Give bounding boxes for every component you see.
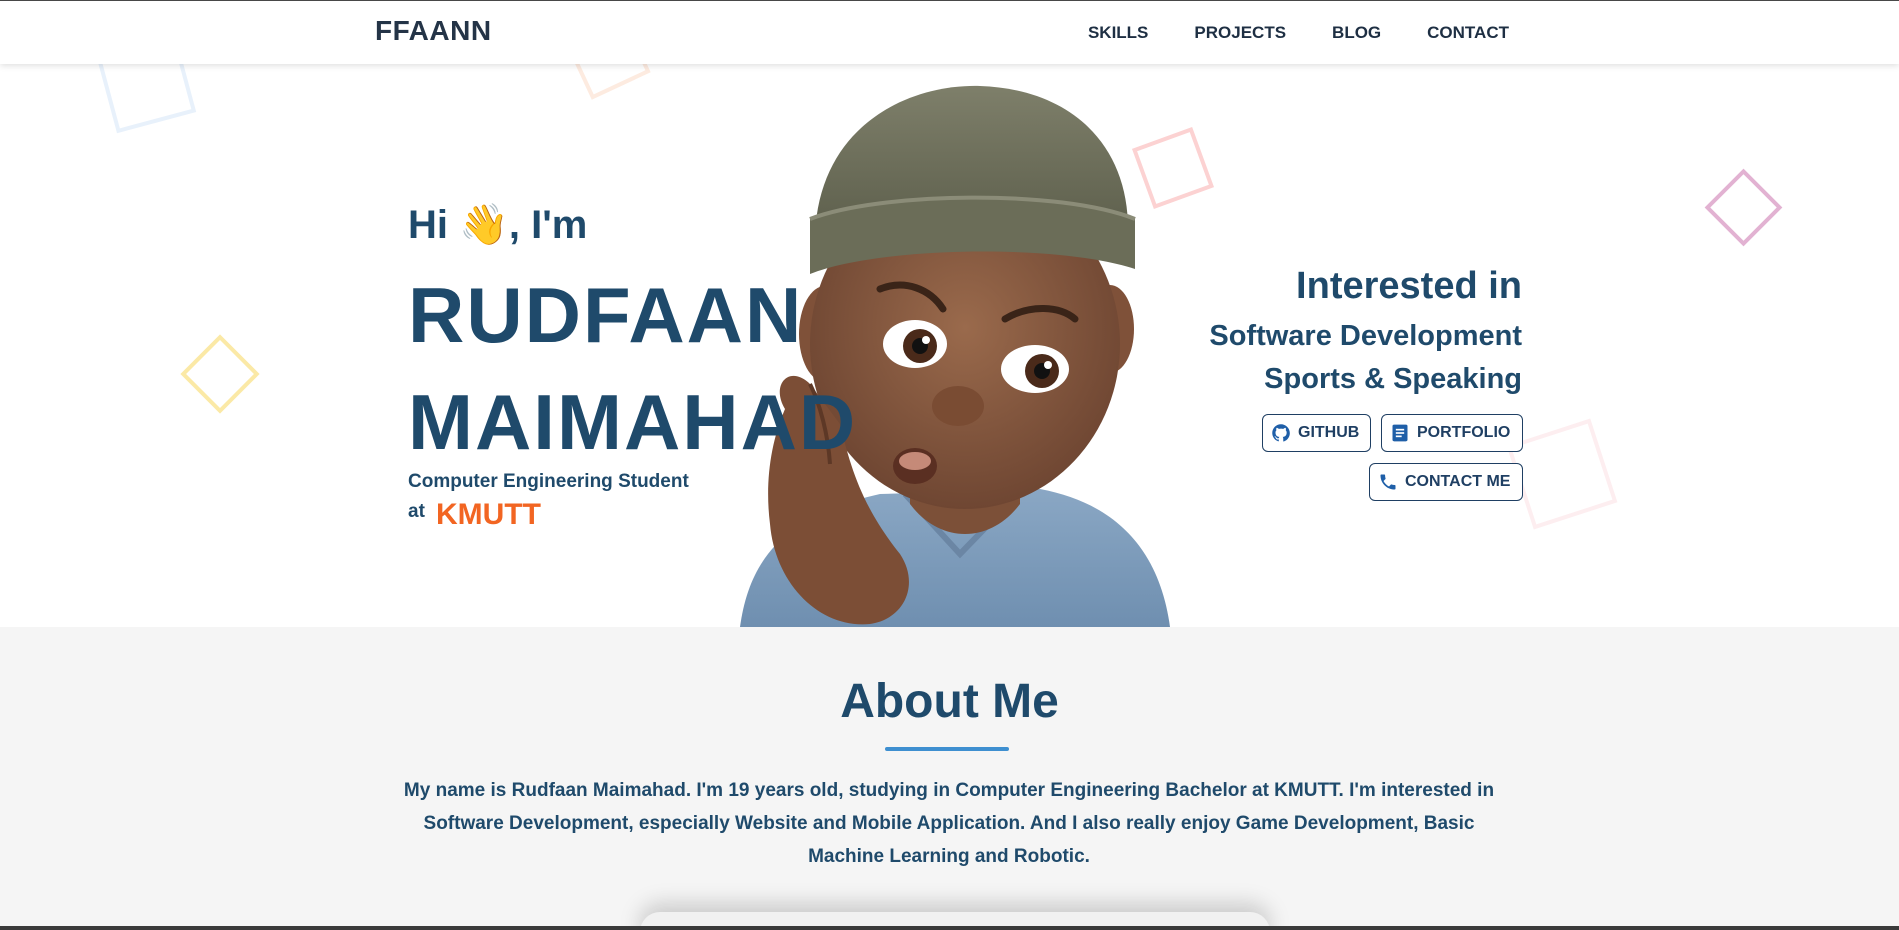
contact-me-button-label: CONTACT ME: [1405, 473, 1511, 490]
at-label: at: [408, 501, 425, 522]
about-section: About Me My name is Rudfaan Maimahad. I'…: [0, 627, 1899, 930]
hero-section: Hi 👋, I'm RUDFAAN MAIMAHAD Computer Engi…: [0, 64, 1899, 627]
greeting-text: Hi 👋, I'm: [408, 203, 588, 247]
nav-link-contact[interactable]: CONTACT: [1427, 23, 1509, 43]
about-title-underline: [885, 747, 1009, 751]
decorative-square: [1506, 418, 1618, 530]
nav-links: SKILLS PROJECTS BLOG CONTACT: [1088, 23, 1509, 43]
decorative-square: [180, 334, 260, 414]
document-icon: [1392, 424, 1408, 442]
nav-link-blog[interactable]: BLOG: [1332, 23, 1381, 43]
contact-me-button[interactable]: CONTACT ME: [1369, 463, 1523, 501]
portfolio-button[interactable]: PORTFOLIO: [1381, 414, 1523, 452]
about-title: About Me: [840, 675, 1059, 728]
role-text: Computer Engineering Student: [408, 471, 689, 492]
brand-logo[interactable]: FFAANN: [375, 15, 492, 47]
github-button[interactable]: GITHUB: [1262, 414, 1371, 452]
github-icon: [1272, 424, 1290, 442]
interest-item: Software Development: [1209, 320, 1522, 352]
window-bottom-border: [0, 926, 1899, 930]
interest-title: Interested in: [1296, 265, 1522, 307]
navbar: FFAANN SKILLS PROJECTS BLOG CONTACT: [0, 1, 1899, 64]
nav-link-skills[interactable]: SKILLS: [1088, 23, 1148, 43]
github-button-label: GITHUB: [1298, 424, 1360, 441]
portfolio-button-label: PORTFOLIO: [1417, 424, 1511, 441]
interest-item: Sports & Speaking: [1264, 363, 1522, 395]
last-name: MAIMAHAD: [408, 378, 858, 466]
nav-link-projects[interactable]: PROJECTS: [1194, 23, 1286, 43]
about-text: My name is Rudfaan Maimahad. I'm 19 year…: [403, 780, 1495, 867]
decorative-square: [1704, 168, 1783, 247]
first-name: RUDFAAN: [408, 271, 804, 359]
school-name: KMUTT: [436, 498, 541, 531]
phone-icon: [1380, 474, 1396, 490]
decorative-square: [564, 64, 651, 100]
decorative-square: [95, 64, 197, 134]
